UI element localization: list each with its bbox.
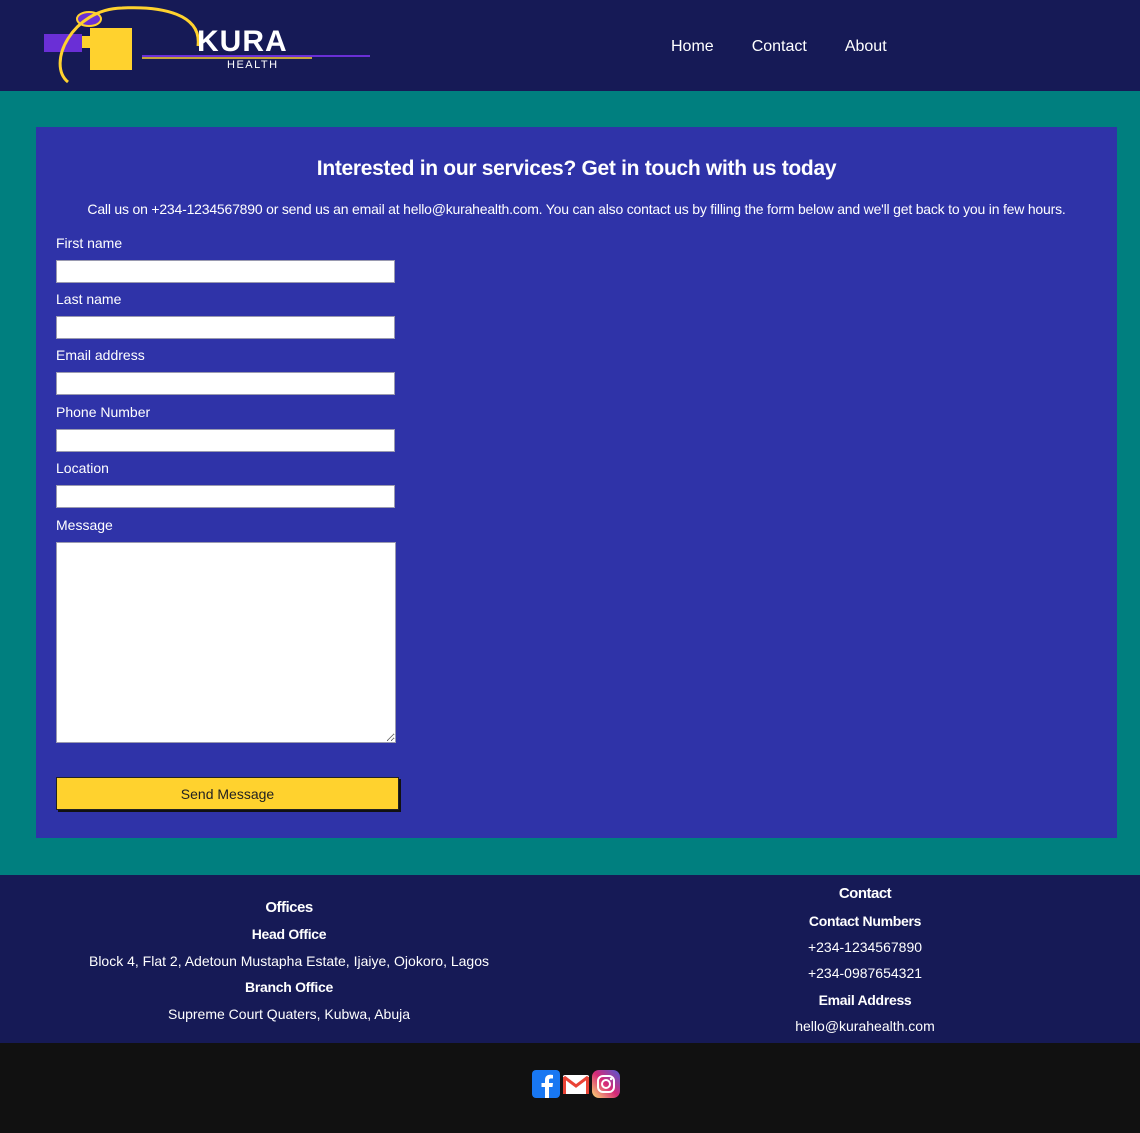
instagram-icon[interactable] — [592, 1070, 620, 1098]
contact-title: Interested in our services? Get in touch… — [316, 157, 837, 180]
contact-numbers-title: Contact Numbers — [808, 913, 922, 929]
contact-number-1: +234-1234567890 — [807, 939, 923, 955]
nav-contact[interactable]: Contact — [752, 38, 807, 56]
nav-home[interactable]: Home — [671, 38, 714, 56]
brand-name: KURA — [197, 25, 288, 58]
main-nav: Home Contact About — [671, 38, 925, 56]
message-label: Message — [56, 517, 113, 533]
location-label: Location — [56, 460, 109, 476]
offices-title: Offices — [265, 899, 313, 916]
branch-office-address: Supreme Court Quaters, Kubwa, Abuja — [167, 1006, 411, 1022]
contact-intro: Call us on +234-1234567890 or send us an… — [87, 201, 1066, 217]
message-textarea[interactable] — [56, 542, 396, 743]
facebook-icon[interactable] — [532, 1070, 560, 1098]
site-footer: Offices Head Office Block 4, Flat 2, Ade… — [0, 875, 1140, 1043]
send-message-button[interactable]: Send Message — [56, 777, 399, 810]
email-address-title: Email Address — [818, 992, 912, 1008]
brand-tagline: HEALTH — [227, 59, 279, 71]
first-name-label: First name — [56, 235, 123, 251]
first-name-input[interactable] — [56, 260, 395, 283]
contact-number-2: +234-0987654321 — [807, 965, 923, 981]
contact-wrapper: Interested in our services? Get in touch… — [0, 91, 1140, 875]
social-links — [532, 1070, 620, 1098]
footer-email: hello@kurahealth.com — [795, 1018, 935, 1034]
last-name-label: Last name — [56, 291, 122, 307]
head-office-address: Block 4, Flat 2, Adetoun Mustapha Estate… — [88, 953, 489, 969]
phone-label: Phone Number — [56, 404, 151, 420]
branch-office-title: Branch Office — [245, 979, 333, 995]
location-input[interactable] — [56, 485, 395, 508]
contact-title-footer: Contact — [838, 885, 892, 902]
head-office-title: Head Office — [251, 926, 327, 942]
site-header: KURA HEALTH Home Contact About — [0, 0, 1140, 91]
kura-health-logo[interactable]: KURA HEALTH — [42, 4, 372, 90]
email-label: Email address — [56, 347, 145, 363]
gmail-icon[interactable] — [562, 1070, 590, 1098]
social-bar — [0, 1043, 1140, 1133]
nav-about[interactable]: About — [845, 38, 887, 56]
email-input[interactable] — [56, 372, 395, 395]
contact-panel: Interested in our services? Get in touch… — [36, 127, 1117, 838]
phone-input[interactable] — [56, 429, 395, 452]
last-name-input[interactable] — [56, 316, 395, 339]
